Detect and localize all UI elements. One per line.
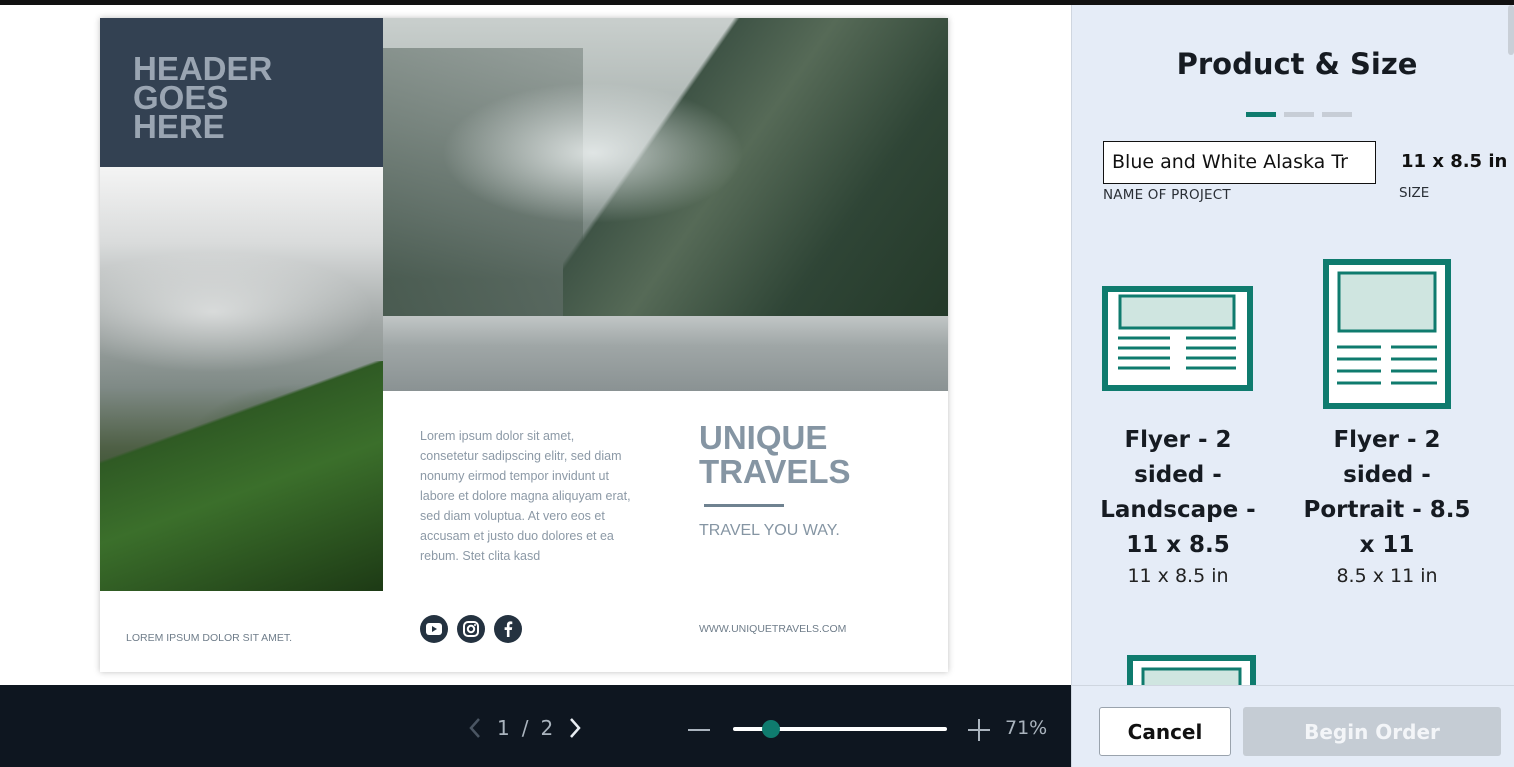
facebook-icon	[494, 615, 522, 643]
flyer-header-text: HEADER GOES HERE	[133, 50, 273, 145]
current-page: 1	[497, 716, 510, 740]
fjord-photo	[383, 18, 948, 391]
next-page-button[interactable]	[565, 713, 585, 743]
project-name-input[interactable]: Blue and White Alaska Tr	[1103, 141, 1376, 184]
size-label: SIZE	[1399, 185, 1430, 201]
instagram-icon	[457, 615, 485, 643]
fog-overlay	[443, 78, 743, 228]
zoom-out-button[interactable]	[688, 729, 710, 731]
page-navigator: 1 / 2	[465, 713, 585, 743]
youtube-icon	[420, 615, 448, 643]
product-landscape-text: Flyer - 2 sided - Landscape - 11 x 8.5 1…	[1093, 423, 1263, 587]
product-name: Flyer - 2 sided - Landscape - 11 x 8.5	[1100, 427, 1256, 558]
total-pages: 2	[540, 716, 554, 740]
flyer-headline: UNIQUE TRAVELS	[699, 419, 851, 490]
flyer-preview[interactable]: HEADER GOES HERE Lorem ipsum dolor sit a…	[100, 18, 948, 672]
product-size: 8.5 x 11 in	[1336, 565, 1438, 587]
step-1	[1246, 112, 1276, 117]
header-block: HEADER GOES HERE	[100, 18, 383, 167]
zoom-slider-thumb[interactable]	[762, 720, 780, 738]
zoom-control: 71%	[688, 715, 1048, 745]
headline-rule	[704, 504, 784, 507]
panel-scrollbar[interactable]	[1508, 5, 1514, 55]
product-size: 11 x 8.5 in	[1127, 565, 1229, 587]
flyer-tagline: TRAVEL YOU WAY.	[699, 522, 840, 539]
step-3	[1322, 112, 1352, 117]
begin-order-button[interactable]: Begin Order	[1243, 707, 1501, 756]
product-name: Flyer - 2 sided - Portrait - 8.5 x 11	[1303, 427, 1471, 558]
product-portrait-text: Flyer - 2 sided - Portrait - 8.5 x 11 8.…	[1302, 423, 1472, 587]
panel-title: Product & Size	[1176, 47, 1418, 81]
panel-actions: Cancel Begin Order	[1071, 685, 1514, 767]
preview-canvas: HEADER GOES HERE Lorem ipsum dolor sit a…	[0, 5, 1071, 685]
step-indicator	[1246, 112, 1352, 117]
project-name-label: NAME OF PROJECT	[1103, 187, 1231, 203]
flyer-body-text: Lorem ipsum dolor sit amet, consetetur s…	[420, 429, 631, 563]
social-icons	[420, 615, 522, 643]
step-2	[1284, 112, 1314, 117]
zoom-in-button[interactable]	[968, 718, 992, 742]
zoom-percent: 71%	[1005, 717, 1048, 739]
trees-overlay	[100, 361, 383, 591]
flyer-website: WWW.UNIQUETRAVELS.COM	[699, 623, 847, 635]
product-option-third-icon[interactable]	[1127, 655, 1256, 685]
size-value: 11 x 8.5 in	[1401, 151, 1508, 172]
cancel-button[interactable]: Cancel	[1099, 707, 1231, 756]
prev-page-button[interactable]	[465, 713, 485, 743]
chevron-right-icon	[570, 718, 581, 738]
product-panel: Product & Size Blue and White Alaska Tr …	[1071, 5, 1514, 685]
flyer-footer-text: LOREM IPSUM DOLOR SIT AMET.	[126, 632, 293, 644]
page-separator: /	[521, 716, 529, 740]
water	[383, 316, 948, 391]
chevron-left-icon	[469, 718, 480, 738]
forest-photo	[100, 167, 383, 591]
portrait-flyer-icon	[1323, 259, 1451, 409]
preview-toolbar: 1 / 2 71%	[0, 685, 1071, 767]
landscape-flyer-icon	[1102, 286, 1253, 391]
